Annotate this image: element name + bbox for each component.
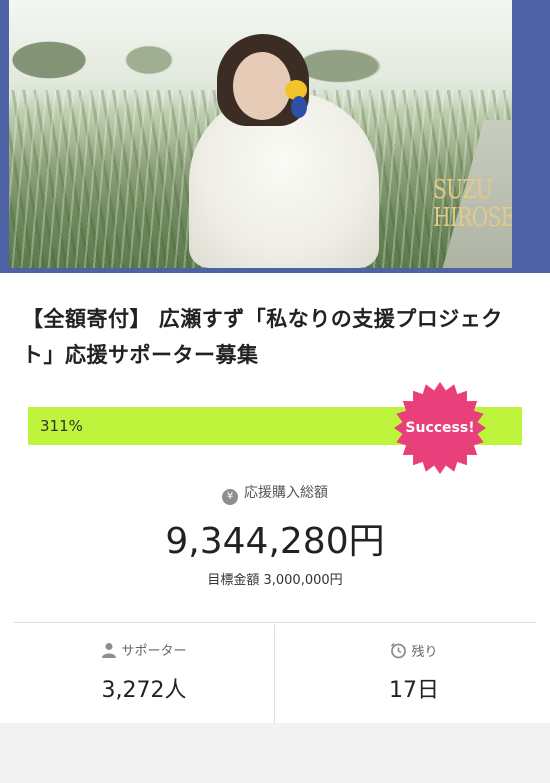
- person-icon: [102, 643, 117, 658]
- remaining-days: 17日: [389, 678, 439, 703]
- supporters-label: サポーター: [121, 644, 187, 659]
- timer-icon: [391, 642, 407, 659]
- hero-photo: SUZU HIROSE: [9, 0, 512, 268]
- progress-percent: 311%: [40, 417, 83, 435]
- success-badge-label: Success!: [405, 420, 475, 436]
- funding-label: 応援購入総額: [244, 485, 328, 501]
- hero-banner[interactable]: SUZU HIROSE: [0, 0, 550, 273]
- hero-logo: SUZU HIROSE: [433, 175, 512, 233]
- funding-target: 目標金額 3,000,000円: [207, 573, 343, 588]
- funding-amount: 9,344,280円: [165, 521, 385, 562]
- blue-flower: [291, 96, 307, 118]
- stats-column-divider: [274, 625, 275, 723]
- remaining-stat: 残り 17日: [284, 642, 544, 704]
- stats-divider: [14, 622, 536, 623]
- project-title: 【全額寄付】 広瀬すず「私なりの支援プロジェクト」応援サポーター募集: [22, 307, 503, 367]
- yen-icon: ¥: [222, 489, 238, 505]
- supporters-stat: サポーター 3,272人: [14, 642, 274, 704]
- remaining-label: 残り: [411, 645, 438, 660]
- project-card: SUZU HIROSE 【全額寄付】 広瀬すず「私なりの支援プロジェクト」応援サ…: [0, 0, 550, 723]
- success-badge: Success!: [394, 382, 486, 474]
- supporters-count: 3,272人: [101, 678, 187, 703]
- funding-label-row: ¥ 応援購入総額: [0, 482, 550, 505]
